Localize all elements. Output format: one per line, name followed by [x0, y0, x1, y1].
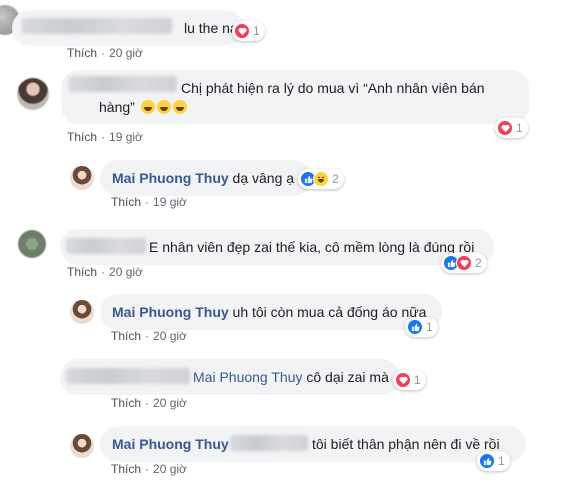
heart-reaction-icon — [234, 23, 250, 39]
reply-bubble: Mai Phuong Thuy uh tôi còn mua cả đống á… — [100, 294, 442, 330]
reaction-summary[interactable]: 1 — [495, 118, 528, 138]
tagged-user-link[interactable]: Mai Phuong Thuy — [193, 369, 302, 385]
timestamp[interactable]: 20 giờ — [153, 462, 187, 476]
comment-meta: Thích · 20 giờ — [111, 396, 187, 410]
like-link[interactable]: Thích — [111, 329, 141, 343]
author-name-blurred[interactable] — [66, 368, 190, 384]
author-name[interactable]: Mai Phuong Thuy — [112, 436, 229, 452]
comment-text-line1: Chị phát hiện ra lý do mua vì “Anh nhân … — [181, 80, 485, 96]
timestamp[interactable]: 20 giờ — [153, 329, 187, 343]
comment-bubble: lu the nat — [12, 10, 244, 46]
comment-meta: Thích · 20 giờ — [67, 46, 143, 60]
author-name-blurred[interactable] — [22, 18, 172, 34]
comment-text: E nhân viên đẹp zai thế kia, cô mềm lòng… — [149, 239, 475, 255]
avatar[interactable] — [18, 230, 46, 258]
reaction-count: 1 — [498, 454, 505, 468]
avatar[interactable] — [17, 78, 49, 110]
comment-bubble: Chị phát hiện ra lý do mua vì “Anh nhân … — [61, 70, 529, 124]
timestamp[interactable]: 19 giờ — [153, 195, 187, 209]
comment-text: dạ vâng ạ — [232, 170, 295, 186]
heart-reaction-icon — [497, 120, 513, 136]
author-name-blurred[interactable] — [66, 238, 146, 254]
tagged-user-blurred[interactable] — [230, 435, 308, 451]
reaction-summary[interactable]: 2 — [441, 253, 487, 273]
reaction-count: 1 — [414, 373, 421, 387]
timestamp[interactable]: 20 giờ — [153, 396, 187, 410]
comment-text: tôi biết thân phận nên đi về rồi — [312, 436, 500, 452]
haha-reaction-icon — [313, 171, 329, 187]
comment-meta: Thích · 19 giờ — [67, 130, 143, 144]
haha-emoji-icon — [156, 100, 171, 114]
like-link[interactable]: Thích — [67, 265, 97, 279]
heart-reaction-icon — [456, 255, 472, 271]
reaction-summary[interactable]: 1 — [232, 21, 265, 41]
comment-meta: Thích · 19 giờ — [111, 195, 187, 209]
avatar-mai-phuong-thuy[interactable] — [70, 166, 94, 190]
reaction-summary[interactable]: 1 — [393, 370, 426, 390]
haha-emoji-icon — [172, 100, 187, 114]
timestamp[interactable]: 19 giờ — [109, 130, 143, 144]
avatar-mai-phuong-thuy[interactable] — [70, 300, 94, 324]
reaction-summary[interactable]: 1 — [405, 317, 438, 337]
heart-reaction-icon — [395, 372, 411, 388]
comment-text: uh tôi còn mua cả đống áo nữa — [232, 304, 427, 320]
avatar-mai-phuong-thuy[interactable] — [70, 434, 94, 458]
reaction-count: 2 — [332, 172, 339, 186]
like-link[interactable]: Thích — [111, 462, 141, 476]
comment-meta: Thích · 20 giờ — [67, 265, 143, 279]
comment-meta: Thích · 20 giờ — [111, 462, 187, 476]
comment-meta: Thích · 20 giờ — [111, 329, 187, 343]
comment-text: cô dại zai mà — [306, 369, 389, 385]
like-reaction-icon — [479, 453, 495, 469]
reaction-count: 1 — [253, 24, 260, 38]
reaction-summary[interactable]: 2 — [298, 169, 344, 189]
reply-bubble: Mai Phuong Thuy cô dại zai mà — [60, 359, 400, 395]
timestamp[interactable]: 20 giờ — [109, 46, 143, 60]
timestamp[interactable]: 20 giờ — [109, 265, 143, 279]
reaction-count: 1 — [426, 320, 433, 334]
author-name[interactable]: Mai Phuong Thuy — [112, 304, 229, 320]
author-name[interactable]: Mai Phuong Thuy — [112, 170, 229, 186]
like-link[interactable]: Thích — [111, 396, 141, 410]
like-reaction-icon — [407, 319, 423, 335]
like-link[interactable]: Thích — [67, 46, 97, 60]
like-link[interactable]: Thích — [111, 195, 141, 209]
comment-bubble: E nhân viên đẹp zai thế kia, cô mềm lòng… — [60, 229, 494, 265]
reaction-summary[interactable]: 1 — [477, 451, 510, 471]
reply-bubble: Mai Phuong Thuy dạ vâng ạ — [100, 160, 312, 196]
comment-text-line2: hàng” — [99, 98, 187, 116]
reaction-count: 1 — [516, 121, 523, 135]
reaction-count: 2 — [475, 256, 482, 270]
like-link[interactable]: Thích — [67, 130, 97, 144]
haha-emoji-icon — [140, 100, 155, 114]
author-name-blurred[interactable] — [69, 76, 177, 92]
reply-bubble: Mai Phuong Thuy tôi biết thân phận nên đ… — [100, 426, 526, 462]
